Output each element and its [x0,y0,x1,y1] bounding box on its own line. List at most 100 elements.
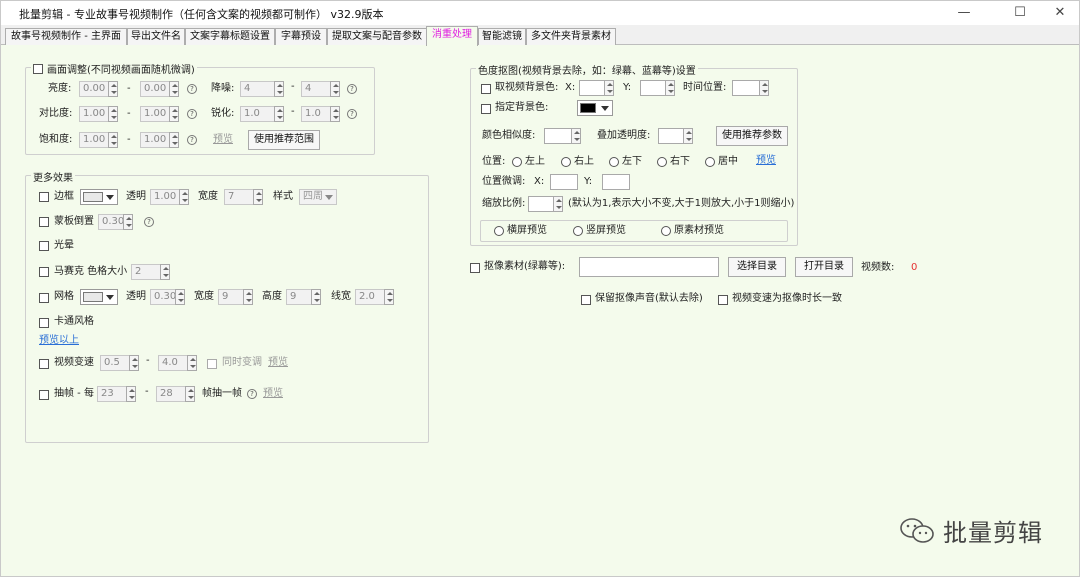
speed-max-spinner[interactable] [187,355,197,371]
y-input[interactable] [640,80,666,96]
position-bottom-left-radio[interactable] [609,157,619,167]
tab-multi-folder-bg[interactable]: 多文件夹背景素材 [526,28,616,45]
fine-x-input[interactable] [550,174,578,190]
original-preview-radio[interactable] [661,226,671,236]
cartoon-checkbox[interactable] [39,318,49,328]
picture-preview-link[interactable]: 预览 [213,132,233,148]
position-preview-link[interactable]: 预览 [756,153,776,169]
denoise-min-input[interactable]: 4 [240,81,275,97]
blend-opacity-spinner[interactable] [683,128,693,144]
grid-line-spinner[interactable] [384,289,394,305]
grid-checkbox[interactable] [39,293,49,303]
x-spinner[interactable] [604,80,614,96]
grid-line-input[interactable]: 2.0 [355,289,385,305]
brightness-min-input[interactable]: 0.00 [79,81,109,97]
preview-above-link[interactable]: 预览以上 [39,333,79,349]
time-position-input[interactable] [732,80,760,96]
use-recommended-range-button[interactable]: 使用推荐范围 [248,130,320,150]
scale-input[interactable] [528,196,554,212]
picture-adjust-checkbox[interactable] [33,63,43,74]
sharpen-max-input[interactable]: 1.0 [301,106,331,122]
frame-max-spinner[interactable] [185,386,195,402]
position-top-right-radio[interactable] [561,157,571,167]
match-keying-duration-checkbox[interactable] [718,295,728,305]
speed-min-input[interactable]: 0.5 [100,355,130,371]
mosaic-size-input[interactable]: 2 [131,264,161,280]
contrast-max-input[interactable]: 1.00 [140,106,170,122]
mask-invert-checkbox[interactable] [39,217,49,227]
help-icon[interactable]: ? [247,389,257,399]
grid-height-spinner[interactable] [311,289,321,305]
mask-invert-input[interactable]: 0.30 [98,214,124,230]
frame-min-spinner[interactable] [126,386,136,402]
tab-main[interactable]: 故事号视频制作 - 主界面 [5,28,127,45]
border-opacity-input[interactable]: 1.00 [150,189,180,205]
help-icon[interactable]: ? [187,84,197,94]
tab-smart-filter[interactable]: 智能滤镜 [478,28,526,45]
help-icon[interactable]: ? [144,217,154,227]
grid-width-input[interactable]: 9 [218,289,244,305]
open-folder-button[interactable]: 打开目录 [795,257,853,277]
brightness-min-spinner[interactable] [108,81,118,97]
tab-export-filename[interactable]: 导出文件名 [127,28,185,45]
saturation-min-input[interactable]: 1.00 [79,132,109,148]
maximize-button[interactable]: ☐ [1005,3,1035,23]
sharpen-min-spinner[interactable] [274,106,284,122]
help-icon[interactable]: ? [347,109,357,119]
time-position-spinner[interactable] [759,80,769,96]
keep-keying-audio-checkbox[interactable] [581,295,591,305]
landscape-preview-radio[interactable] [494,226,504,236]
scale-spinner[interactable] [553,196,563,212]
grid-opacity-spinner[interactable] [175,289,185,305]
border-width-spinner[interactable] [253,189,263,205]
help-icon[interactable]: ? [187,135,197,145]
x-input[interactable] [579,80,605,96]
contrast-max-spinner[interactable] [169,106,179,122]
denoise-min-spinner[interactable] [274,81,284,97]
mosaic-checkbox[interactable] [39,267,49,277]
brightness-max-spinner[interactable] [169,81,179,97]
contrast-min-input[interactable]: 1.00 [79,106,109,122]
speed-max-input[interactable]: 4.0 [158,355,188,371]
fine-y-input[interactable] [602,174,630,190]
specify-bg-color-checkbox[interactable] [481,104,491,114]
take-bg-color-checkbox[interactable] [481,84,491,94]
grid-width-spinner[interactable] [243,289,253,305]
tab-extract-text-dub[interactable]: 提取文案与配音参数 [327,28,427,45]
frame-drop-checkbox[interactable] [39,390,49,400]
grid-color-picker[interactable] [80,289,118,305]
saturation-min-spinner[interactable] [108,132,118,148]
bg-color-picker[interactable] [577,100,613,116]
portrait-preview-radio[interactable] [573,226,583,236]
border-checkbox[interactable] [39,192,49,202]
minimize-button[interactable]: — [949,3,979,23]
border-width-input[interactable]: 7 [224,189,254,205]
similarity-spinner[interactable] [571,128,581,144]
close-button[interactable]: ✕ [1045,3,1075,23]
saturation-max-spinner[interactable] [169,132,179,148]
tab-subtitle-preset[interactable]: 字幕预设 [275,28,327,45]
tab-subtitle-title-settings[interactable]: 文案字幕标题设置 [185,28,275,45]
y-spinner[interactable] [665,80,675,96]
position-top-left-radio[interactable] [512,157,522,167]
similarity-input[interactable] [544,128,572,144]
sharpen-max-spinner[interactable] [330,106,340,122]
border-style-select[interactable]: 四周 [299,189,337,205]
frame-max-input[interactable]: 28 [156,386,186,402]
use-recommended-params-button[interactable]: 使用推荐参数 [716,126,788,146]
sync-pitch-checkbox[interactable] [207,359,217,369]
denoise-max-spinner[interactable] [330,81,340,97]
help-icon[interactable]: ? [347,84,357,94]
saturation-max-input[interactable]: 1.00 [140,132,170,148]
mask-invert-spinner[interactable] [123,214,133,230]
border-opacity-spinner[interactable] [179,189,189,205]
frame-preview-link[interactable]: 预览 [263,386,283,402]
speed-checkbox[interactable] [39,359,49,369]
position-center-radio[interactable] [705,157,715,167]
help-icon[interactable]: ? [187,109,197,119]
keying-path-input[interactable] [579,257,719,277]
denoise-max-input[interactable]: 4 [301,81,331,97]
sharpen-min-input[interactable]: 1.0 [240,106,275,122]
blend-opacity-input[interactable] [658,128,684,144]
tab-dedup[interactable]: 消重处理 [426,26,478,46]
